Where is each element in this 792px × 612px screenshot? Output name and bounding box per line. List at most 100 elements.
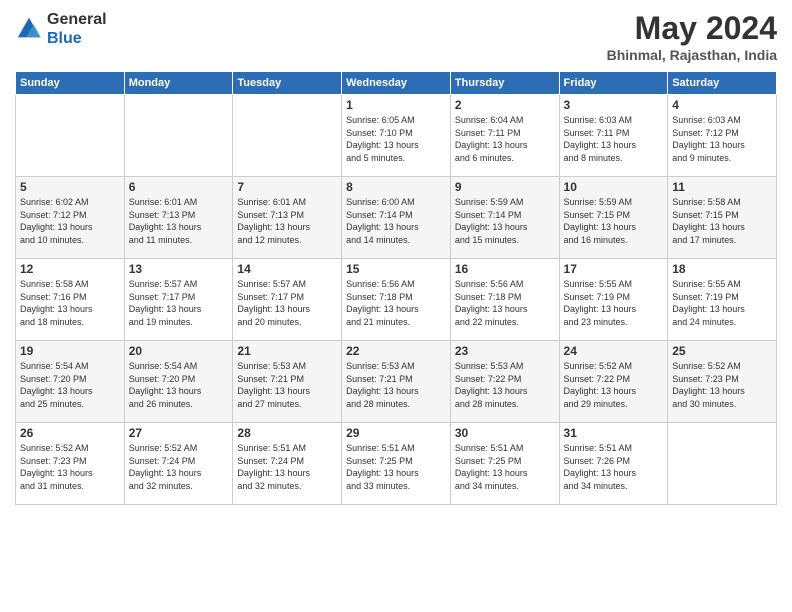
cell-info-text: Sunrise: 5:55 AM Sunset: 7:19 PM Dayligh…	[564, 278, 664, 328]
cell-w2-d1: 5 Sunrise: 6:02 AM Sunset: 7:12 PM Daylig…	[16, 177, 125, 259]
cell-w3-d3: 14 Sunrise: 5:57 AM Sunset: 7:17 PM Dayli…	[233, 259, 342, 341]
day-number: 28	[237, 426, 337, 440]
day-number: 30	[455, 426, 555, 440]
day-number: 27	[129, 426, 229, 440]
cell-w1-d5: 2 Sunrise: 6:04 AM Sunset: 7:11 PM Daylig…	[450, 95, 559, 177]
cell-w4-d7: 25 Sunrise: 5:52 AM Sunset: 7:23 PM Dayli…	[668, 341, 777, 423]
day-number: 4	[672, 98, 772, 112]
header-saturday: Saturday	[668, 72, 777, 95]
cell-w4-d6: 24 Sunrise: 5:52 AM Sunset: 7:22 PM Dayli…	[559, 341, 668, 423]
cell-info-text: Sunrise: 6:04 AM Sunset: 7:11 PM Dayligh…	[455, 114, 555, 164]
header-monday: Monday	[124, 72, 233, 95]
day-number: 22	[346, 344, 446, 358]
cell-w2-d5: 9Sunrise: 5:59 AM Sunset: 7:14 PM Daylig…	[450, 177, 559, 259]
day-number: 31	[564, 426, 664, 440]
day-number: 8	[346, 180, 446, 194]
cell-info-text: Sunrise: 6:02 AM Sunset: 7:12 PM Dayligh…	[20, 196, 120, 246]
day-number: 1	[346, 98, 446, 112]
day-number: 6	[129, 180, 229, 194]
cell-w4-d5: 23 Sunrise: 5:53 AM Sunset: 7:22 PM Dayli…	[450, 341, 559, 423]
cell-w3-d4: 15Sunrise: 5:56 AM Sunset: 7:18 PM Dayli…	[342, 259, 451, 341]
cell-w2-d6: 10 Sunrise: 5:59 AM Sunset: 7:15 PM Dayli…	[559, 177, 668, 259]
cell-info-text: Sunrise: 5:59 AM Sunset: 7:15 PM Dayligh…	[564, 196, 664, 246]
cell-w2-d3: 7 Sunrise: 6:01 AM Sunset: 7:13 PM Daylig…	[233, 177, 342, 259]
month-year-title: May 2024	[607, 10, 777, 47]
day-number: 10	[564, 180, 664, 194]
cell-info-text: Sunrise: 5:54 AM Sunset: 7:20 PM Dayligh…	[20, 360, 120, 410]
cell-info-text: Sunrise: 5:55 AM Sunset: 7:19 PM Dayligh…	[672, 278, 772, 328]
cell-w5-d2: 27 Sunrise: 5:52 AM Sunset: 7:24 PM Dayli…	[124, 423, 233, 505]
cell-info-text: Sunrise: 5:52 AM Sunset: 7:23 PM Dayligh…	[20, 442, 120, 492]
day-number: 12	[20, 262, 120, 276]
day-number: 25	[672, 344, 772, 358]
day-number: 16	[455, 262, 555, 276]
day-number: 21	[237, 344, 337, 358]
cell-w1-d3	[233, 95, 342, 177]
logo: General Blue	[15, 10, 107, 48]
cell-info-text: Sunrise: 6:05 AM Sunset: 7:10 PM Dayligh…	[346, 114, 446, 164]
cell-w4-d1: 19 Sunrise: 5:54 AM Sunset: 7:20 PM Dayli…	[16, 341, 125, 423]
cell-w5-d4: 29 Sunrise: 5:51 AM Sunset: 7:25 PM Dayli…	[342, 423, 451, 505]
week-row-3: 12Sunrise: 5:58 AM Sunset: 7:16 PM Dayli…	[16, 259, 777, 341]
cell-w2-d2: 6Sunrise: 6:01 AM Sunset: 7:13 PM Daylig…	[124, 177, 233, 259]
cell-info-text: Sunrise: 5:52 AM Sunset: 7:23 PM Dayligh…	[672, 360, 772, 410]
cell-w1-d6: 3 Sunrise: 6:03 AM Sunset: 7:11 PM Daylig…	[559, 95, 668, 177]
cell-info-text: Sunrise: 5:57 AM Sunset: 7:17 PM Dayligh…	[237, 278, 337, 328]
cell-info-text: Sunrise: 5:51 AM Sunset: 7:25 PM Dayligh…	[346, 442, 446, 492]
logo-general-text: General	[47, 11, 107, 28]
cell-w3-d7: 18Sunrise: 5:55 AM Sunset: 7:19 PM Dayli…	[668, 259, 777, 341]
header-sunday: Sunday	[16, 72, 125, 95]
cell-info-text: Sunrise: 5:52 AM Sunset: 7:24 PM Dayligh…	[129, 442, 229, 492]
cell-info-text: Sunrise: 5:52 AM Sunset: 7:22 PM Dayligh…	[564, 360, 664, 410]
cell-w5-d6: 31 Sunrise: 5:51 AM Sunset: 7:26 PM Dayli…	[559, 423, 668, 505]
cell-w5-d1: 26 Sunrise: 5:52 AM Sunset: 7:23 PM Dayli…	[16, 423, 125, 505]
day-number: 14	[237, 262, 337, 276]
cell-w1-d4: 1 Sunrise: 6:05 AM Sunset: 7:10 PM Daylig…	[342, 95, 451, 177]
cell-info-text: Sunrise: 5:51 AM Sunset: 7:26 PM Dayligh…	[564, 442, 664, 492]
cell-w3-d5: 16 Sunrise: 5:56 AM Sunset: 7:18 PM Dayli…	[450, 259, 559, 341]
day-number: 7	[237, 180, 337, 194]
cell-info-text: Sunrise: 5:51 AM Sunset: 7:24 PM Dayligh…	[237, 442, 337, 492]
cell-info-text: Sunrise: 6:01 AM Sunset: 7:13 PM Dayligh…	[237, 196, 337, 246]
cell-w1-d2	[124, 95, 233, 177]
day-number: 15	[346, 262, 446, 276]
day-number: 3	[564, 98, 664, 112]
calendar-table: Sunday Monday Tuesday Wednesday Thursday…	[15, 71, 777, 505]
header-friday: Friday	[559, 72, 668, 95]
day-number: 20	[129, 344, 229, 358]
cell-info-text: Sunrise: 5:53 AM Sunset: 7:21 PM Dayligh…	[237, 360, 337, 410]
cell-info-text: Sunrise: 5:57 AM Sunset: 7:17 PM Dayligh…	[129, 278, 229, 328]
header-thursday: Thursday	[450, 72, 559, 95]
day-number: 19	[20, 344, 120, 358]
cell-info-text: Sunrise: 5:56 AM Sunset: 7:18 PM Dayligh…	[455, 278, 555, 328]
cell-w1-d1	[16, 95, 125, 177]
cell-info-text: Sunrise: 6:03 AM Sunset: 7:11 PM Dayligh…	[564, 114, 664, 164]
header: General Blue May 2024 Bhinmal, Rajasthan…	[15, 10, 777, 63]
day-number: 13	[129, 262, 229, 276]
day-number: 2	[455, 98, 555, 112]
cell-w3-d6: 17Sunrise: 5:55 AM Sunset: 7:19 PM Dayli…	[559, 259, 668, 341]
header-wednesday: Wednesday	[342, 72, 451, 95]
day-number: 5	[20, 180, 120, 194]
page: General Blue May 2024 Bhinmal, Rajasthan…	[0, 0, 792, 612]
cell-w4-d2: 20 Sunrise: 5:54 AM Sunset: 7:20 PM Dayli…	[124, 341, 233, 423]
cell-w5-d3: 28 Sunrise: 5:51 AM Sunset: 7:24 PM Dayli…	[233, 423, 342, 505]
cell-info-text: Sunrise: 6:03 AM Sunset: 7:12 PM Dayligh…	[672, 114, 772, 164]
location-subtitle: Bhinmal, Rajasthan, India	[607, 47, 777, 63]
day-number: 26	[20, 426, 120, 440]
week-row-5: 26 Sunrise: 5:52 AM Sunset: 7:23 PM Dayli…	[16, 423, 777, 505]
cell-w2-d4: 8 Sunrise: 6:00 AM Sunset: 7:14 PM Daylig…	[342, 177, 451, 259]
cell-info-text: Sunrise: 5:54 AM Sunset: 7:20 PM Dayligh…	[129, 360, 229, 410]
cell-info-text: Sunrise: 5:53 AM Sunset: 7:21 PM Dayligh…	[346, 360, 446, 410]
cell-info-text: Sunrise: 5:53 AM Sunset: 7:22 PM Dayligh…	[455, 360, 555, 410]
cell-w2-d7: 11Sunrise: 5:58 AM Sunset: 7:15 PM Dayli…	[668, 177, 777, 259]
cell-w4-d4: 22 Sunrise: 5:53 AM Sunset: 7:21 PM Dayli…	[342, 341, 451, 423]
day-number: 11	[672, 180, 772, 194]
day-number: 29	[346, 426, 446, 440]
day-number: 23	[455, 344, 555, 358]
cell-w5-d7	[668, 423, 777, 505]
day-number: 24	[564, 344, 664, 358]
week-row-1: 1 Sunrise: 6:05 AM Sunset: 7:10 PM Daylig…	[16, 95, 777, 177]
cell-w1-d7: 4 Sunrise: 6:03 AM Sunset: 7:12 PM Daylig…	[668, 95, 777, 177]
cell-info-text: Sunrise: 6:00 AM Sunset: 7:14 PM Dayligh…	[346, 196, 446, 246]
